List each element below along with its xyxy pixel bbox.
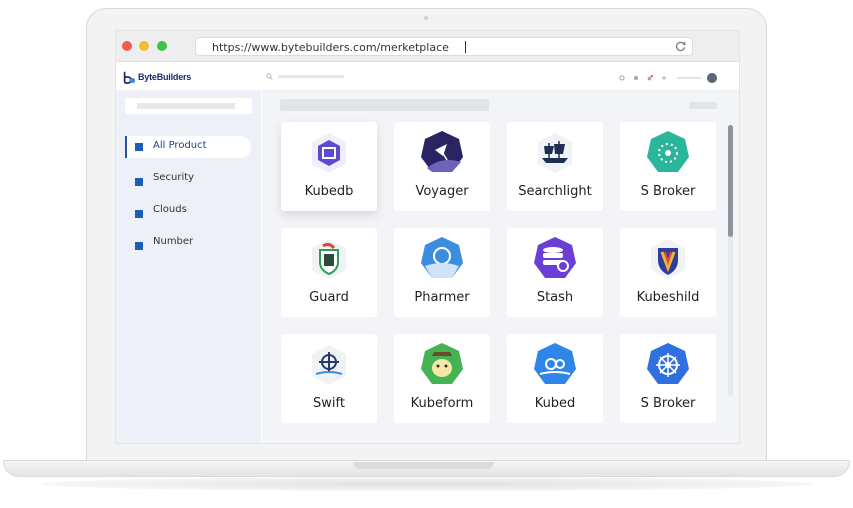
product-card-kubed[interactable]: Kubed [507, 334, 603, 423]
product-card-kubeform[interactable]: Kubeform [394, 334, 490, 423]
product-name: S Broker [640, 396, 696, 411]
search-input[interactable] [278, 75, 344, 78]
product-card-kubedb[interactable]: Kubedb [281, 122, 377, 211]
s-broker-helm-icon [647, 343, 689, 384]
product-card-swift[interactable]: Swift [281, 334, 377, 423]
search-icon [266, 73, 273, 80]
settings-icon[interactable] [619, 75, 625, 81]
product-card-pharmer[interactable]: Pharmer [394, 228, 490, 317]
sidebar-item-label: All Product [153, 140, 207, 151]
all-product-bullet-icon [135, 143, 143, 151]
product-name: Kubedb [304, 184, 354, 199]
sidebar-item-label: Security [153, 172, 195, 183]
scrollbar-thumb[interactable] [728, 125, 733, 237]
cart-icon[interactable] [633, 75, 639, 81]
sidebar-item-all-product[interactable]: All Product [125, 136, 251, 158]
add-icon[interactable] [661, 75, 667, 81]
product-name: Pharmer [414, 290, 470, 305]
swift-icon [312, 345, 346, 385]
kubeshild-icon [651, 239, 685, 279]
product-name: Searchlight [518, 184, 592, 199]
laptop-hinge [353, 462, 494, 469]
product-grid-area: Kubedb Voyager Searchlight S Broker Guar… [262, 91, 739, 443]
avatar[interactable] [707, 73, 717, 83]
sort-control[interactable] [689, 102, 717, 109]
camera-dot [424, 16, 428, 20]
browser-toolbar: https://www.bytebuilders.com/merketplace [116, 31, 739, 62]
searchlight-icon [538, 133, 572, 173]
product-name: Kubeshild [636, 290, 700, 305]
product-name: Kubeform [410, 396, 474, 411]
text-caret [465, 41, 466, 53]
voyager-icon [421, 131, 463, 172]
product-name: Kubed [534, 396, 576, 411]
sidebar-search-input[interactable] [125, 98, 252, 114]
pharmer-icon [421, 237, 463, 278]
sidebar-item-number[interactable]: Number [125, 232, 249, 254]
security-bullet-icon [135, 178, 143, 186]
sidebar: All Product Security Clouds Number [116, 91, 261, 443]
product-card-searchlight[interactable]: Searchlight [507, 122, 603, 211]
url-text: https://www.bytebuilders.com/merketplace [212, 41, 449, 54]
header-search[interactable] [266, 73, 344, 80]
product-name: Stash [536, 290, 574, 305]
laptop-shadow [40, 477, 813, 491]
reload-icon[interactable] [674, 40, 687, 53]
sidebar-item-security[interactable]: Security [125, 168, 249, 190]
kubeform-icon [421, 343, 463, 384]
app-header: ByteBuilders [116, 62, 739, 91]
bytebuilders-logo-icon [123, 71, 136, 84]
number-bullet-icon [135, 242, 143, 250]
sidebar-item-label: Clouds [153, 204, 187, 215]
product-card-guard[interactable]: Guard [281, 228, 377, 317]
clouds-bullet-icon [135, 210, 143, 218]
product-card-kubeshild[interactable]: Kubeshild [620, 228, 716, 317]
guard-icon [312, 239, 346, 279]
product-card-stash[interactable]: Stash [507, 228, 603, 317]
notification-icon[interactable] [647, 75, 653, 81]
logo[interactable]: ByteBuilders [122, 69, 191, 85]
header-actions [619, 73, 717, 83]
s-broker-icon [647, 131, 689, 172]
sidebar-item-label: Number [153, 236, 194, 247]
kubedb-icon [312, 133, 346, 173]
product-card-voyager[interactable]: Voyager [394, 122, 490, 211]
product-name: Guard [309, 290, 349, 305]
address-bar[interactable]: https://www.bytebuilders.com/merketplace [195, 37, 693, 56]
close-window-button[interactable] [122, 41, 132, 51]
user-name-placeholder [677, 77, 701, 79]
sidebar-search-placeholder [137, 103, 235, 109]
stash-icon [534, 237, 576, 278]
page-title-placeholder [280, 99, 489, 111]
maximize-window-button[interactable] [157, 41, 167, 51]
product-name: Voyager [415, 184, 469, 199]
logo-text: ByteBuilders [138, 72, 192, 82]
product-card-s-broker[interactable]: S Broker [620, 122, 716, 211]
product-name: S Broker [640, 184, 696, 199]
product-card-s-broker-helm[interactable]: S Broker [620, 334, 716, 423]
minimize-window-button[interactable] [139, 41, 149, 51]
product-name: Swift [313, 396, 345, 411]
browser-window: https://www.bytebuilders.com/merketplace… [115, 30, 740, 444]
vertical-scrollbar[interactable] [728, 125, 733, 397]
kubed-icon [534, 343, 576, 384]
sidebar-item-clouds[interactable]: Clouds [125, 200, 249, 222]
